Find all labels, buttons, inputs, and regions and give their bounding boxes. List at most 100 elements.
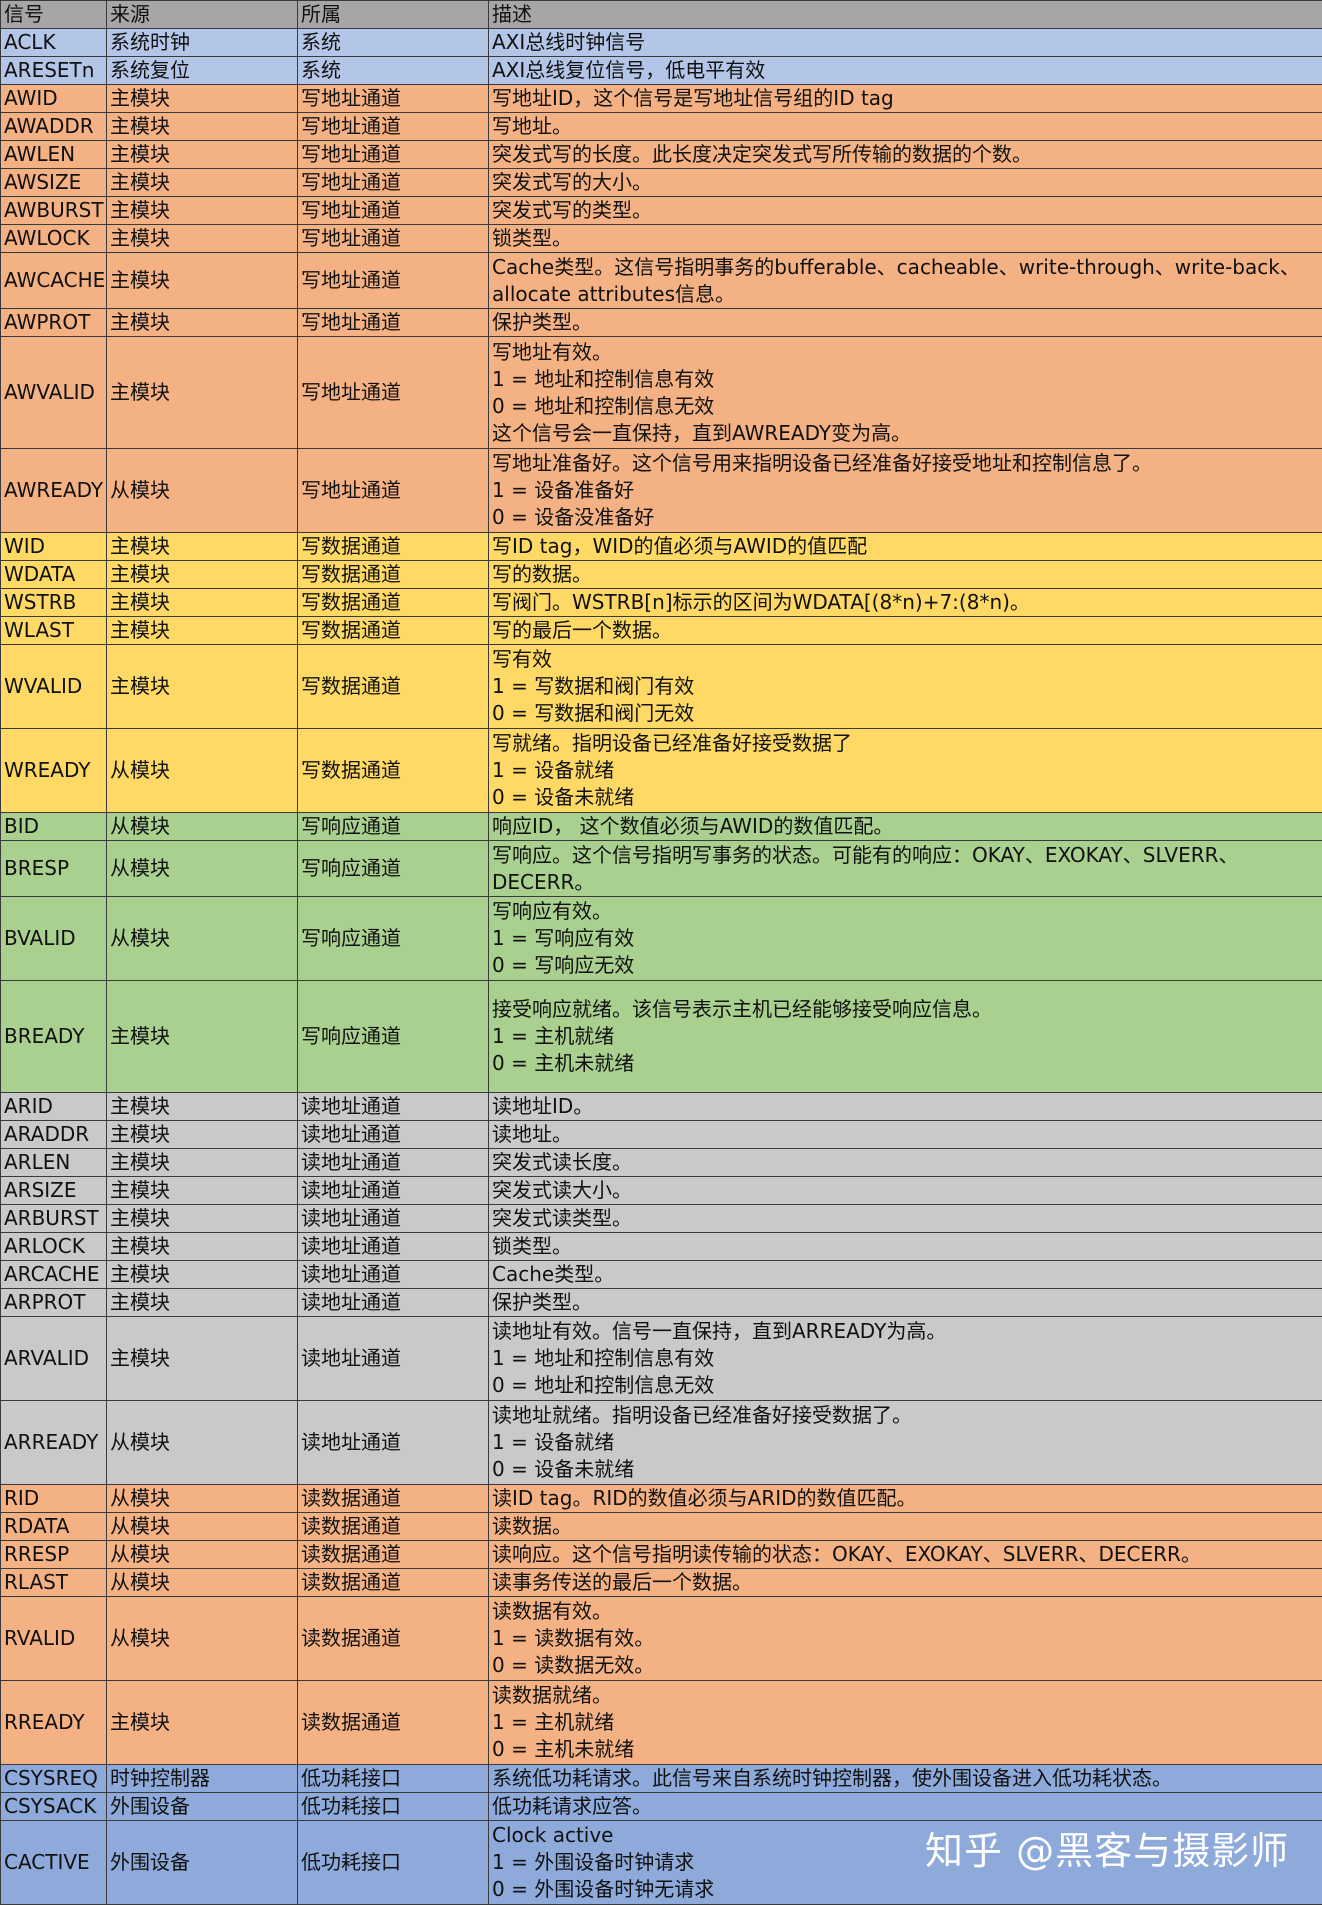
group-cell: 系统 (298, 57, 489, 85)
source-cell: 主模块 (107, 1317, 298, 1401)
group-cell: 读地址通道 (298, 1177, 489, 1205)
group-cell: 写地址通道 (298, 253, 489, 309)
table-row: RID从模块读数据通道读ID tag。RID的数值必须与ARID的数值匹配。 (1, 1485, 1322, 1513)
description-line: 读ID tag。RID的数值必须与ARID的数值匹配。 (492, 1485, 1319, 1512)
signal-table: 信号 来源 所属 描述 ACLK系统时钟系统AXI总线时钟信号ARESETn系统… (0, 0, 1322, 1905)
description-line: 1 = 写数据和阀门有效 (492, 673, 1319, 700)
description-cell: 锁类型。 (489, 1233, 1322, 1261)
group-cell: 写地址通道 (298, 113, 489, 141)
description-cell: 写ID tag，WID的值必须与AWID的值匹配 (489, 533, 1322, 561)
description-cell: 系统低功耗请求。此信号来自系统时钟控制器，使外围设备进入低功耗状态。 (489, 1765, 1322, 1793)
source-cell: 外围设备 (107, 1821, 298, 1905)
description-cell: 突发式读大小。 (489, 1177, 1322, 1205)
description-line: Cache类型。 (492, 1261, 1319, 1288)
description-cell: 突发式写的大小。 (489, 169, 1322, 197)
source-cell: 主模块 (107, 1121, 298, 1149)
description-cell: 读地址就绪。指明设备已经准备好接受数据了。1 = 设备就绪0 = 设备未就绪 (489, 1401, 1322, 1485)
group-cell: 低功耗接口 (298, 1793, 489, 1821)
description-line: 写有效 (492, 646, 1319, 673)
header-source: 来源 (107, 1, 298, 29)
description-line: Cache类型。这信号指明事务的bufferable、cacheable、wri… (492, 254, 1319, 308)
description-cell: 低功耗请求应答。 (489, 1793, 1322, 1821)
signal-cell: RID (1, 1485, 107, 1513)
signal-cell: RREADY (1, 1681, 107, 1765)
watermark: 知乎 @黑客与摄影师 (925, 1820, 1289, 1875)
header-group: 所属 (298, 1, 489, 29)
description-cell: 保护类型。 (489, 1289, 1322, 1317)
table-row: ARID主模块读地址通道读地址ID。 (1, 1093, 1322, 1121)
group-cell: 写响应通道 (298, 897, 489, 981)
source-cell: 系统时钟 (107, 29, 298, 57)
signal-cell: WID (1, 533, 107, 561)
description-line: 这个信号会一直保持，直到AWREADY变为高。 (492, 420, 1319, 447)
group-cell: 低功耗接口 (298, 1765, 489, 1793)
signal-cell: AWPROT (1, 309, 107, 337)
table-row: AWREADY从模块写地址通道写地址准备好。这个信号用来指明设备已经准备好接受地… (1, 449, 1322, 533)
description-line: 读数据。 (492, 1513, 1319, 1540)
group-cell: 读地址通道 (298, 1289, 489, 1317)
description-line: 响应ID， 这个数值必须与AWID的数值匹配。 (492, 813, 1319, 840)
description-cell: 写的最后一个数据。 (489, 617, 1322, 645)
description-cell: Cache类型。这信号指明事务的bufferable、cacheable、wri… (489, 253, 1322, 309)
source-cell: 主模块 (107, 169, 298, 197)
signal-cell: AWREADY (1, 449, 107, 533)
signal-cell: CACTIVE (1, 1821, 107, 1905)
source-cell: 系统复位 (107, 57, 298, 85)
signal-cell: ARID (1, 1093, 107, 1121)
description-line: 读地址就绪。指明设备已经准备好接受数据了。 (492, 1402, 1319, 1429)
source-cell: 主模块 (107, 617, 298, 645)
description-line: 突发式读大小。 (492, 1177, 1319, 1204)
signal-cell: RDATA (1, 1513, 107, 1541)
signal-cell: BREADY (1, 981, 107, 1093)
description-cell: 读ID tag。RID的数值必须与ARID的数值匹配。 (489, 1485, 1322, 1513)
description-line: 读事务传送的最后一个数据。 (492, 1569, 1319, 1596)
table-row: ARESETn系统复位系统AXI总线复位信号，低电平有效 (1, 57, 1322, 85)
description-cell: 保护类型。 (489, 309, 1322, 337)
description-line: 突发式读长度。 (492, 1149, 1319, 1176)
description-line: 1 = 设备准备好 (492, 477, 1319, 504)
description-line: 0 = 外围设备时钟无请求 (492, 1876, 1319, 1903)
source-cell: 从模块 (107, 1541, 298, 1569)
signal-cell: WSTRB (1, 589, 107, 617)
group-cell: 写响应通道 (298, 841, 489, 897)
description-line: 读数据有效。 (492, 1598, 1319, 1625)
group-cell: 读地址通道 (298, 1317, 489, 1401)
description-line: 0 = 设备未就绪 (492, 1456, 1319, 1483)
group-cell: 读地址通道 (298, 1149, 489, 1177)
group-cell: 读数据通道 (298, 1513, 489, 1541)
source-cell: 从模块 (107, 897, 298, 981)
table-row: ARBURST主模块读地址通道突发式读类型。 (1, 1205, 1322, 1233)
group-cell: 写数据通道 (298, 533, 489, 561)
source-cell: 主模块 (107, 1233, 298, 1261)
description-line: 0 = 地址和控制信息无效 (492, 1372, 1319, 1399)
source-cell: 外围设备 (107, 1793, 298, 1821)
header-description: 描述 (489, 1, 1322, 29)
description-cell: 锁类型。 (489, 225, 1322, 253)
description-cell: 写地址。 (489, 113, 1322, 141)
source-cell: 主模块 (107, 645, 298, 729)
group-cell: 读地址通道 (298, 1261, 489, 1289)
source-cell: 主模块 (107, 197, 298, 225)
group-cell: 写响应通道 (298, 981, 489, 1093)
table-row: ARPROT主模块读地址通道保护类型。 (1, 1289, 1322, 1317)
source-cell: 主模块 (107, 1289, 298, 1317)
group-cell: 读数据通道 (298, 1485, 489, 1513)
signal-cell: ARVALID (1, 1317, 107, 1401)
description-cell: 读地址。 (489, 1121, 1322, 1149)
description-cell: 写地址有效。1 = 地址和控制信息有效0 = 地址和控制信息无效这个信号会一直保… (489, 337, 1322, 449)
description-cell: 突发式写的类型。 (489, 197, 1322, 225)
description-line: 0 = 主机未就绪 (492, 1050, 1319, 1077)
signal-cell: WREADY (1, 729, 107, 813)
table-row: AWID主模块写地址通道写地址ID，这个信号是写地址信号组的ID tag (1, 85, 1322, 113)
table-row: RVALID从模块读数据通道读数据有效。1 = 读数据有效。0 = 读数据无效。 (1, 1597, 1322, 1681)
signal-cell: CSYSREQ (1, 1765, 107, 1793)
table-row: CSYSREQ时钟控制器低功耗接口系统低功耗请求。此信号来自系统时钟控制器，使外… (1, 1765, 1322, 1793)
group-cell: 写地址通道 (298, 85, 489, 113)
description-line: 写就绪。指明设备已经准备好接受数据了 (492, 730, 1319, 757)
group-cell: 写数据通道 (298, 617, 489, 645)
description-line: 保护类型。 (492, 309, 1319, 336)
description-cell: 写有效1 = 写数据和阀门有效0 = 写数据和阀门无效 (489, 645, 1322, 729)
description-cell: 读数据就绪。1 = 主机就绪0 = 主机未就绪 (489, 1681, 1322, 1765)
description-cell: 读地址有效。信号一直保持，直到ARREADY为高。1 = 地址和控制信息有效0 … (489, 1317, 1322, 1401)
signal-cell: RVALID (1, 1597, 107, 1681)
